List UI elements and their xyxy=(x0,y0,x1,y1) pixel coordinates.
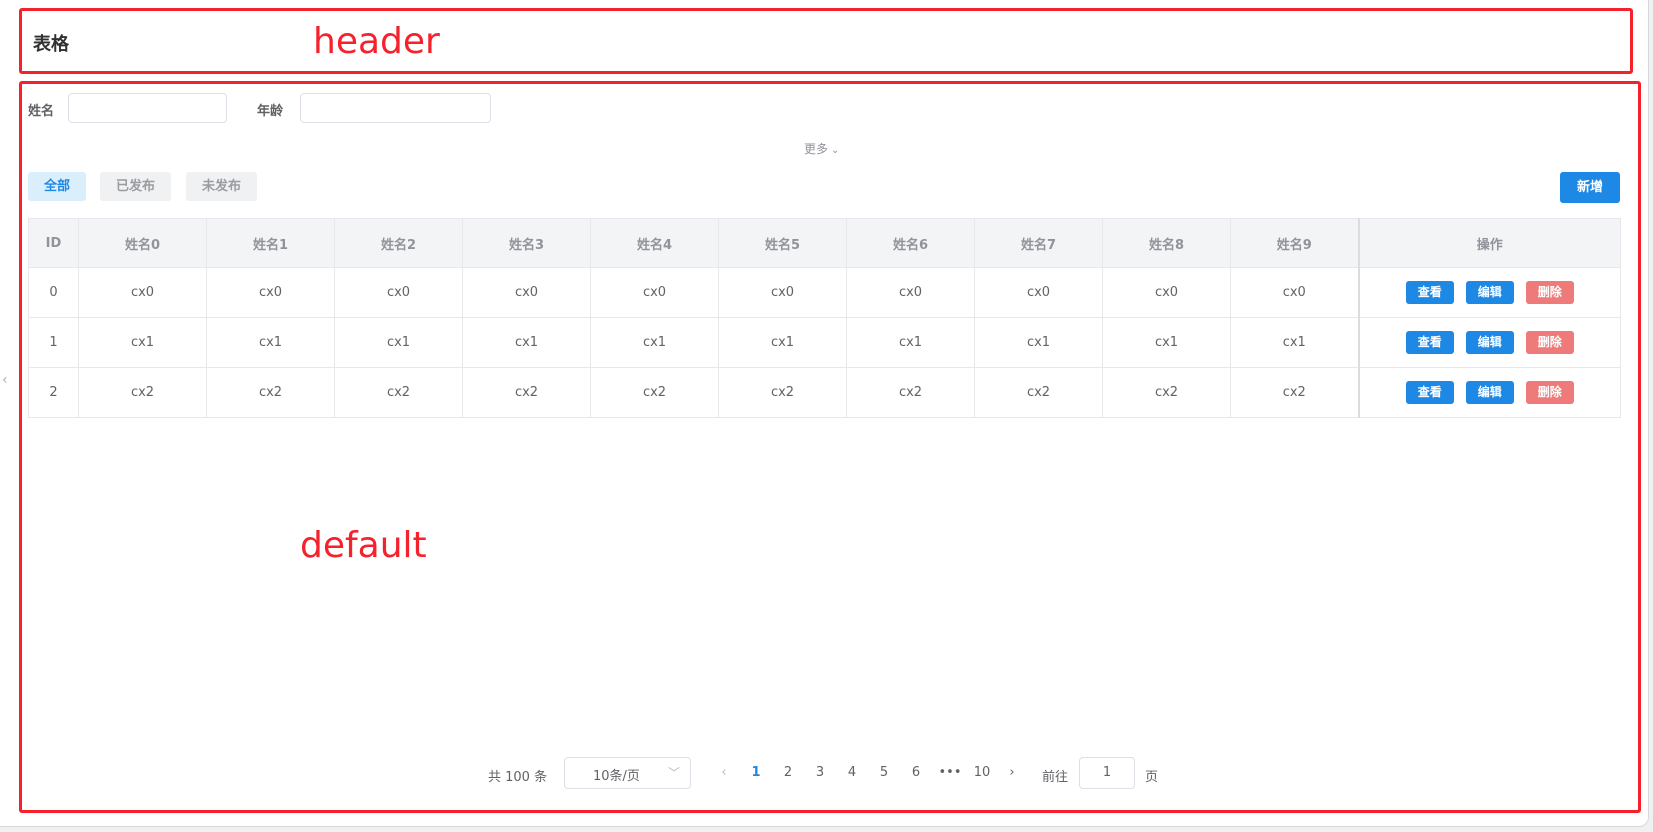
collapse-sidebar-icon[interactable]: ‹ xyxy=(2,372,8,388)
default-region-box xyxy=(19,81,1641,813)
default-annotation-label: default xyxy=(300,525,427,566)
header-region-box xyxy=(19,8,1633,74)
header-annotation-label: header xyxy=(313,21,440,62)
